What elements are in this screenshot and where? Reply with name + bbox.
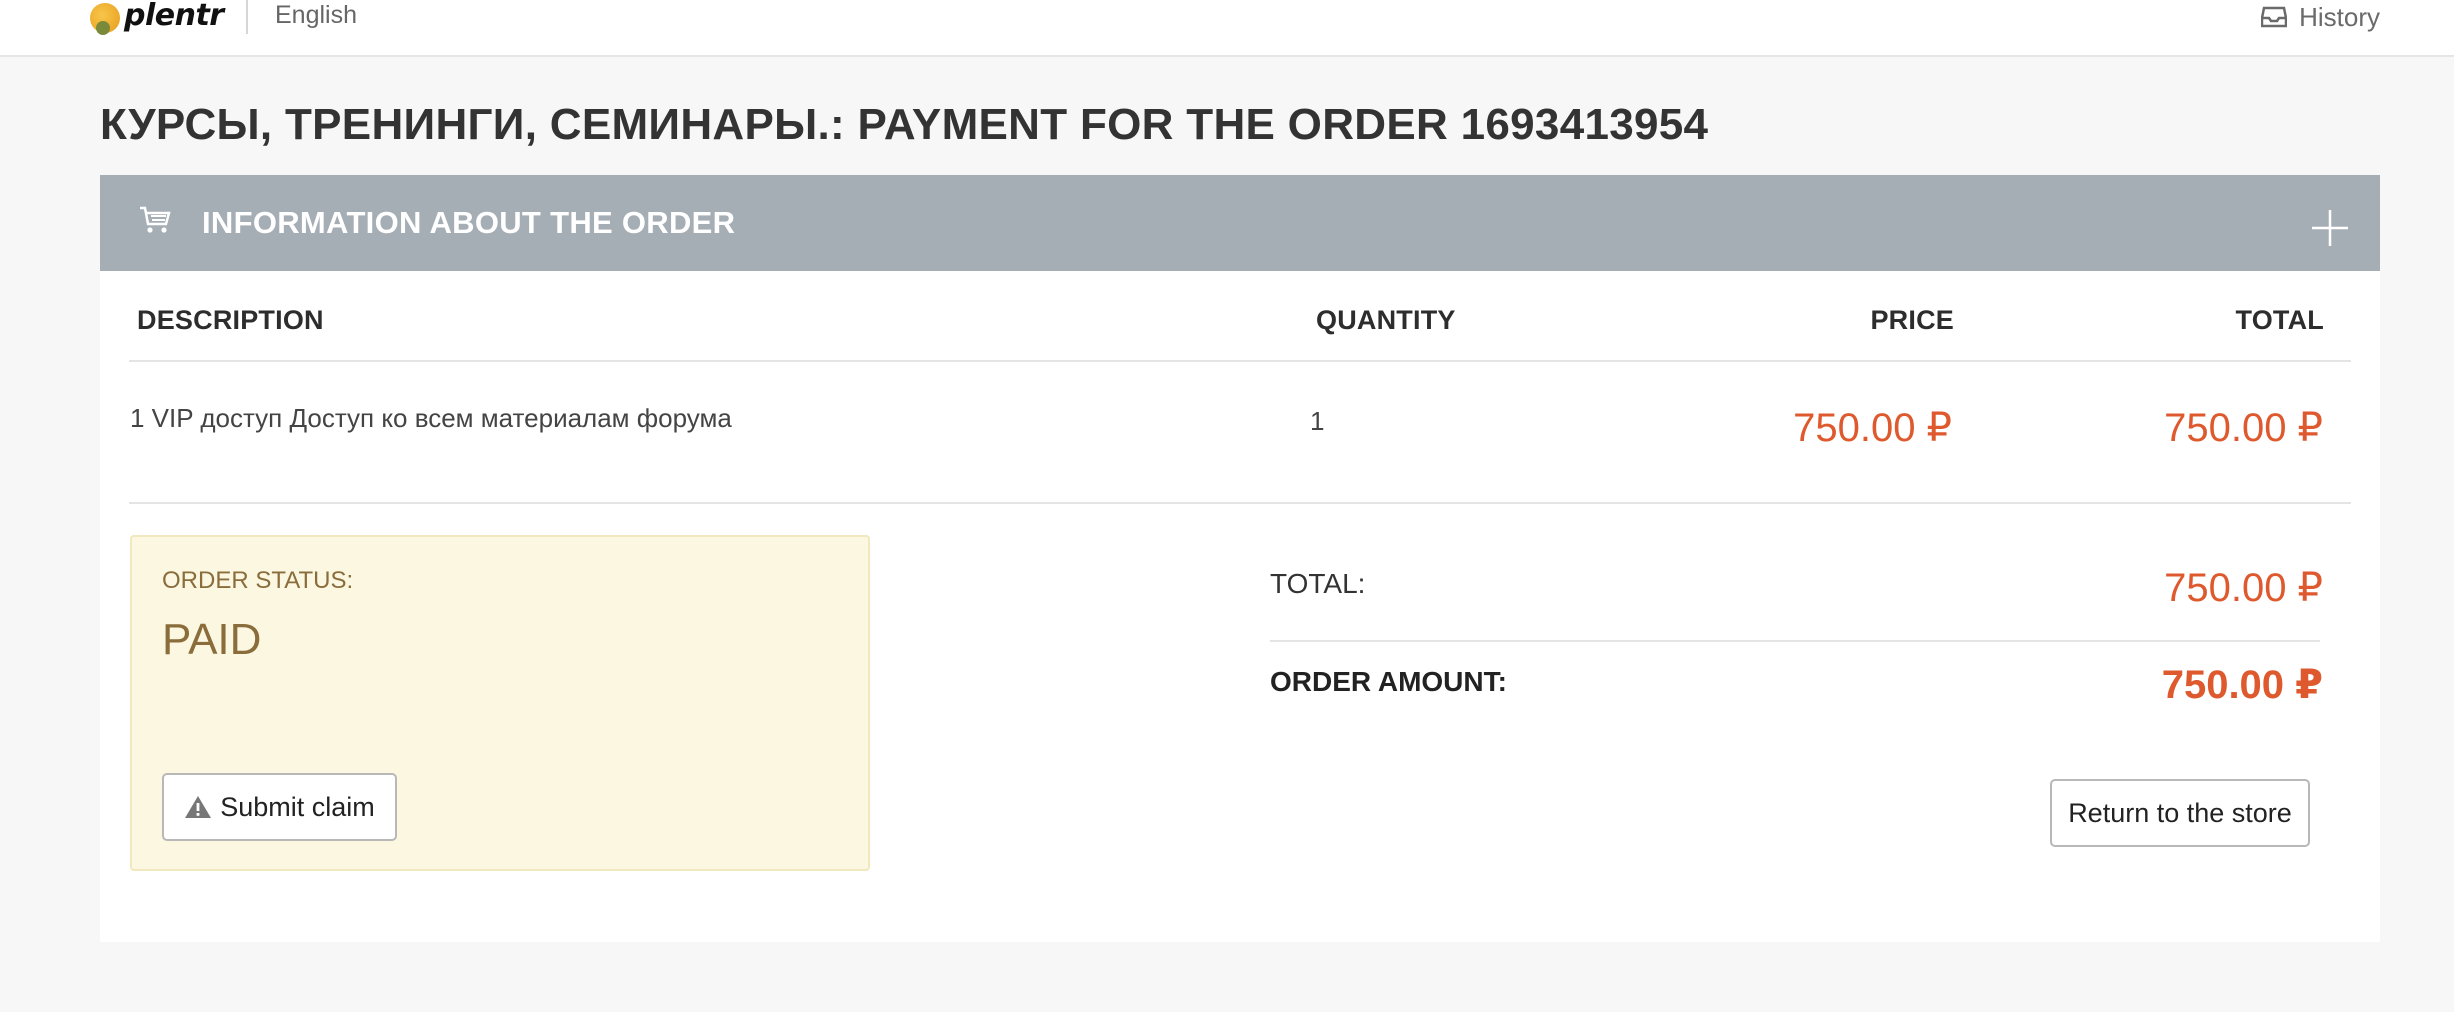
history-link[interactable]: History xyxy=(2261,0,2380,34)
logo-mark-icon xyxy=(90,3,120,35)
logo-text: plentr xyxy=(124,0,224,33)
top-bar: plentr English History xyxy=(0,0,2454,57)
return-to-store-button[interactable]: Return to the store xyxy=(2050,779,2310,847)
summary-total-label: TOTAL: xyxy=(1270,568,1366,599)
history-label: History xyxy=(2299,1,2380,32)
item-quantity: 1 xyxy=(1310,406,1325,436)
page-title: КУРСЫ, ТРЕНИНГИ, СЕМИНАРЫ.: PAYMENT FOR … xyxy=(100,100,1709,149)
submit-claim-button[interactable]: Submit claim xyxy=(162,773,397,841)
order-amount-value: 750.00 ₽ xyxy=(2161,663,2323,707)
order-status-panel: ORDER STATUS: PAID Submit claim xyxy=(130,535,870,871)
item-total: 750.00 ₽ xyxy=(2164,406,2323,450)
column-header-price: PRICE xyxy=(1870,305,1954,335)
table-header-divider xyxy=(129,360,2351,362)
header-divider xyxy=(246,0,248,34)
order-card-title: INFORMATION ABOUT THE ORDER xyxy=(202,205,736,240)
cart-icon xyxy=(140,206,171,233)
order-amount-label: ORDER AMOUNT: xyxy=(1270,666,1507,697)
order-card: INFORMATION ABOUT THE ORDER DESCRIPTION … xyxy=(100,175,2380,942)
summary-divider xyxy=(1270,640,2320,642)
item-price: 750.00 ₽ xyxy=(1793,406,1952,450)
inbox-icon xyxy=(2261,6,2288,28)
order-status-label: ORDER STATUS: xyxy=(162,567,354,594)
column-header-total: TOTAL xyxy=(2235,305,2324,335)
warning-icon xyxy=(185,796,212,818)
plus-icon[interactable] xyxy=(2310,208,2350,248)
submit-claim-label: Submit claim xyxy=(220,791,375,822)
plentr-logo[interactable]: plentr xyxy=(90,0,224,36)
table-row-divider xyxy=(129,502,2351,504)
order-card-header[interactable]: INFORMATION ABOUT THE ORDER xyxy=(100,175,2380,271)
order-status-value: PAID xyxy=(162,615,262,664)
column-header-description: DESCRIPTION xyxy=(137,305,324,335)
column-header-quantity: QUANTITY xyxy=(1316,305,1456,335)
language-selector[interactable]: English xyxy=(275,0,357,30)
summary-total-value: 750.00 ₽ xyxy=(2164,566,2323,610)
item-description: 1 VIP доступ Доступ ко всем материалам ф… xyxy=(130,403,732,433)
